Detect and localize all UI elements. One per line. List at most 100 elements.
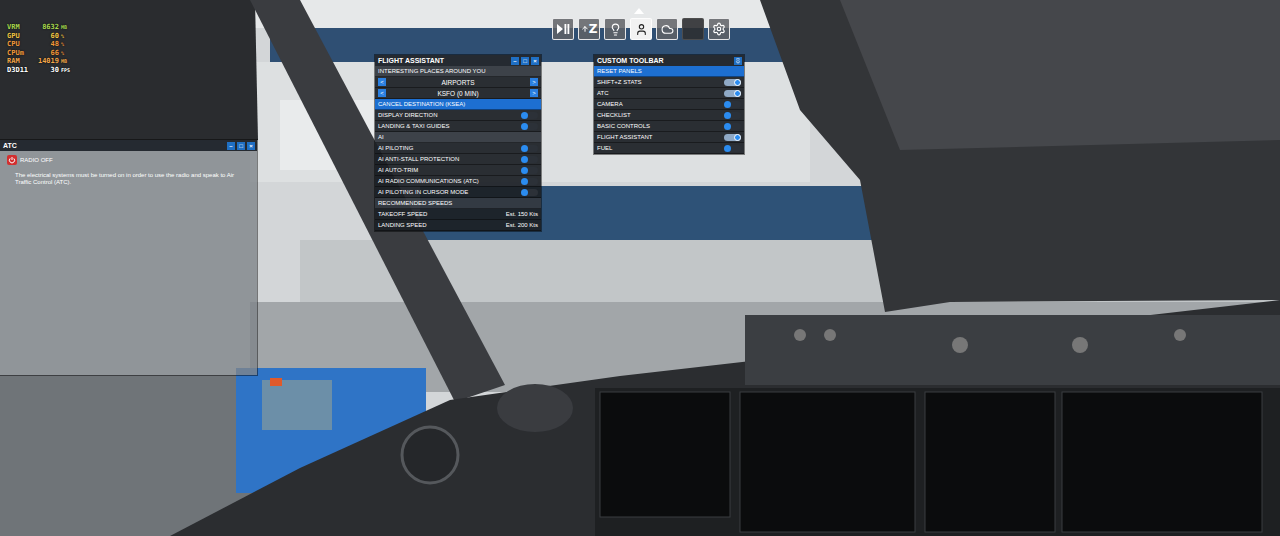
window-control-button[interactable]: × bbox=[247, 142, 255, 150]
window-control-button[interactable]: × bbox=[531, 57, 539, 65]
next-button[interactable]: > bbox=[530, 78, 538, 86]
toggle-knob bbox=[521, 156, 528, 163]
stat-line: D3D1130FPS bbox=[7, 66, 70, 75]
toolbar-button[interactable] bbox=[708, 18, 730, 40]
window-control-button[interactable]: □ bbox=[521, 57, 529, 65]
toolbar-button[interactable] bbox=[682, 18, 704, 40]
toggle-knob bbox=[521, 189, 528, 196]
pin-button[interactable] bbox=[734, 57, 742, 65]
stat-line: VRM8632MB bbox=[7, 23, 70, 32]
toggle-knob bbox=[521, 167, 528, 174]
toggle-row[interactable]: DISPLAY DIRECTION bbox=[375, 110, 541, 121]
terminal-building bbox=[0, 0, 1280, 536]
toggle-switch[interactable] bbox=[521, 112, 538, 119]
toggle-row[interactable]: AI AUTO-TRIM bbox=[375, 165, 541, 176]
toolbar-button[interactable] bbox=[630, 18, 652, 40]
atc-body: RADIO OFF The electrical systems must be … bbox=[0, 151, 257, 375]
toggle-row[interactable]: BASIC CONTROLS bbox=[594, 121, 744, 132]
cloud-icon bbox=[661, 23, 674, 36]
toolbar-button[interactable] bbox=[604, 18, 626, 40]
window-control-button[interactable]: – bbox=[227, 142, 235, 150]
toggle-knob bbox=[521, 112, 528, 119]
glareshield bbox=[170, 300, 1280, 536]
reading-row: TAKEOFF SPEEDEst. 150 Kts bbox=[375, 209, 541, 220]
toolbar-caret[interactable] bbox=[634, 8, 644, 14]
toggle-row[interactable]: CAMERA bbox=[594, 99, 744, 110]
toggle-knob bbox=[734, 90, 741, 97]
toggle-knob bbox=[724, 112, 731, 119]
toggle-switch[interactable] bbox=[724, 145, 741, 152]
toggle-row[interactable]: AI PILOTING bbox=[375, 143, 541, 154]
atc-message: The electrical systems must be turned on… bbox=[7, 172, 247, 186]
arrow-up-icon bbox=[581, 25, 589, 33]
stat-line: CPU48% bbox=[7, 40, 70, 49]
selector-row[interactable]: <KSFO (0 MIN)> bbox=[375, 88, 541, 99]
action-row[interactable]: RESET PANELS bbox=[594, 66, 744, 77]
action-row[interactable]: CANCEL DESTINATION (KSEA) bbox=[375, 99, 541, 110]
window-control-button[interactable]: □ bbox=[237, 142, 245, 150]
reading-value: Est. 200 Kts bbox=[506, 222, 538, 229]
reading-row: LANDING SPEEDEst. 200 Kts bbox=[375, 220, 541, 231]
performance-overlay: VRM8632MBGPU60%CPU48%CPUm66%RAM14019MBD3… bbox=[7, 23, 70, 75]
toggle-row[interactable]: SHIFT+Z STATS bbox=[594, 77, 744, 88]
stat-line: CPUm66% bbox=[7, 49, 70, 58]
toggle-switch[interactable] bbox=[724, 123, 741, 130]
toggle-row[interactable]: AI ANTI-STALL PROTECTION bbox=[375, 154, 541, 165]
toggle-switch[interactable] bbox=[724, 134, 741, 141]
toggle-knob bbox=[724, 101, 731, 108]
toggle-knob bbox=[734, 134, 741, 141]
radio-status[interactable]: RADIO OFF bbox=[7, 155, 247, 165]
game-screen: VRM8632MBGPU60%CPU48%CPUm66%RAM14019MBD3… bbox=[0, 0, 1280, 536]
pin-icon bbox=[735, 58, 741, 64]
flight-assistant-panel: FLIGHT ASSISTANT–□×INTERESTING PLACES AR… bbox=[375, 55, 541, 231]
window-control-button[interactable]: – bbox=[511, 57, 519, 65]
toolbar-button[interactable] bbox=[656, 18, 678, 40]
toggle-switch[interactable] bbox=[521, 189, 538, 196]
gear-icon bbox=[712, 22, 726, 36]
stats-label: Z bbox=[589, 23, 598, 35]
toggle-row[interactable]: AI RADIO COMMUNICATIONS (ATC) bbox=[375, 176, 541, 187]
toggle-switch[interactable] bbox=[521, 156, 538, 163]
toolbar-button[interactable] bbox=[552, 18, 574, 40]
toggle-row[interactable]: CHECKLIST bbox=[594, 110, 744, 121]
toggle-switch[interactable] bbox=[521, 178, 538, 185]
lightbulb-icon bbox=[609, 23, 622, 36]
toggle-row[interactable]: LANDING & TAXI GUIDES bbox=[375, 121, 541, 132]
headset-person-icon bbox=[635, 23, 648, 36]
toggle-switch[interactable] bbox=[724, 101, 741, 108]
play-pause-icon bbox=[556, 23, 570, 35]
prev-button[interactable]: < bbox=[378, 89, 386, 97]
toolbar: Z bbox=[552, 18, 730, 40]
windshield-frame bbox=[0, 0, 1280, 402]
instrument-panel bbox=[595, 315, 1280, 536]
stat-line: RAM14019MB bbox=[7, 57, 70, 66]
panel-title-bar[interactable]: ATC–□× bbox=[0, 140, 257, 151]
panel-title-bar[interactable]: CUSTOM TOOLBAR bbox=[594, 55, 744, 66]
toggle-switch[interactable] bbox=[521, 145, 538, 152]
toggle-switch[interactable] bbox=[724, 79, 741, 86]
display-screen bbox=[925, 392, 1055, 532]
toggle-knob bbox=[734, 79, 741, 86]
toggle-switch[interactable] bbox=[724, 90, 741, 97]
prev-button[interactable]: < bbox=[378, 78, 386, 86]
panel-title-bar[interactable]: FLIGHT ASSISTANT–□× bbox=[375, 55, 541, 66]
toggle-knob bbox=[521, 145, 528, 152]
toggle-knob bbox=[521, 123, 528, 130]
display-screen bbox=[740, 392, 915, 532]
selector-row[interactable]: <AIRPORTS> bbox=[375, 77, 541, 88]
toggle-switch[interactable] bbox=[724, 112, 741, 119]
toggle-row[interactable]: FLIGHT ASSISTANT bbox=[594, 132, 744, 143]
next-button[interactable]: > bbox=[530, 89, 538, 97]
toggle-row[interactable]: FUEL bbox=[594, 143, 744, 154]
toggle-row[interactable]: AI PILOTING IN CURSOR MODE bbox=[375, 187, 541, 198]
toggle-switch[interactable] bbox=[521, 123, 538, 130]
toggle-knob bbox=[521, 178, 528, 185]
toggle-switch[interactable] bbox=[521, 167, 538, 174]
toggle-knob bbox=[724, 123, 731, 130]
section-header: AI bbox=[375, 132, 541, 143]
toolbar-button[interactable]: Z bbox=[578, 18, 600, 40]
stat-line: GPU60% bbox=[7, 32, 70, 41]
toggle-row[interactable]: ATC bbox=[594, 88, 744, 99]
custom-toolbar-panel: CUSTOM TOOLBARRESET PANELSSHIFT+Z STATSA… bbox=[594, 55, 744, 154]
display-screen bbox=[600, 392, 730, 517]
